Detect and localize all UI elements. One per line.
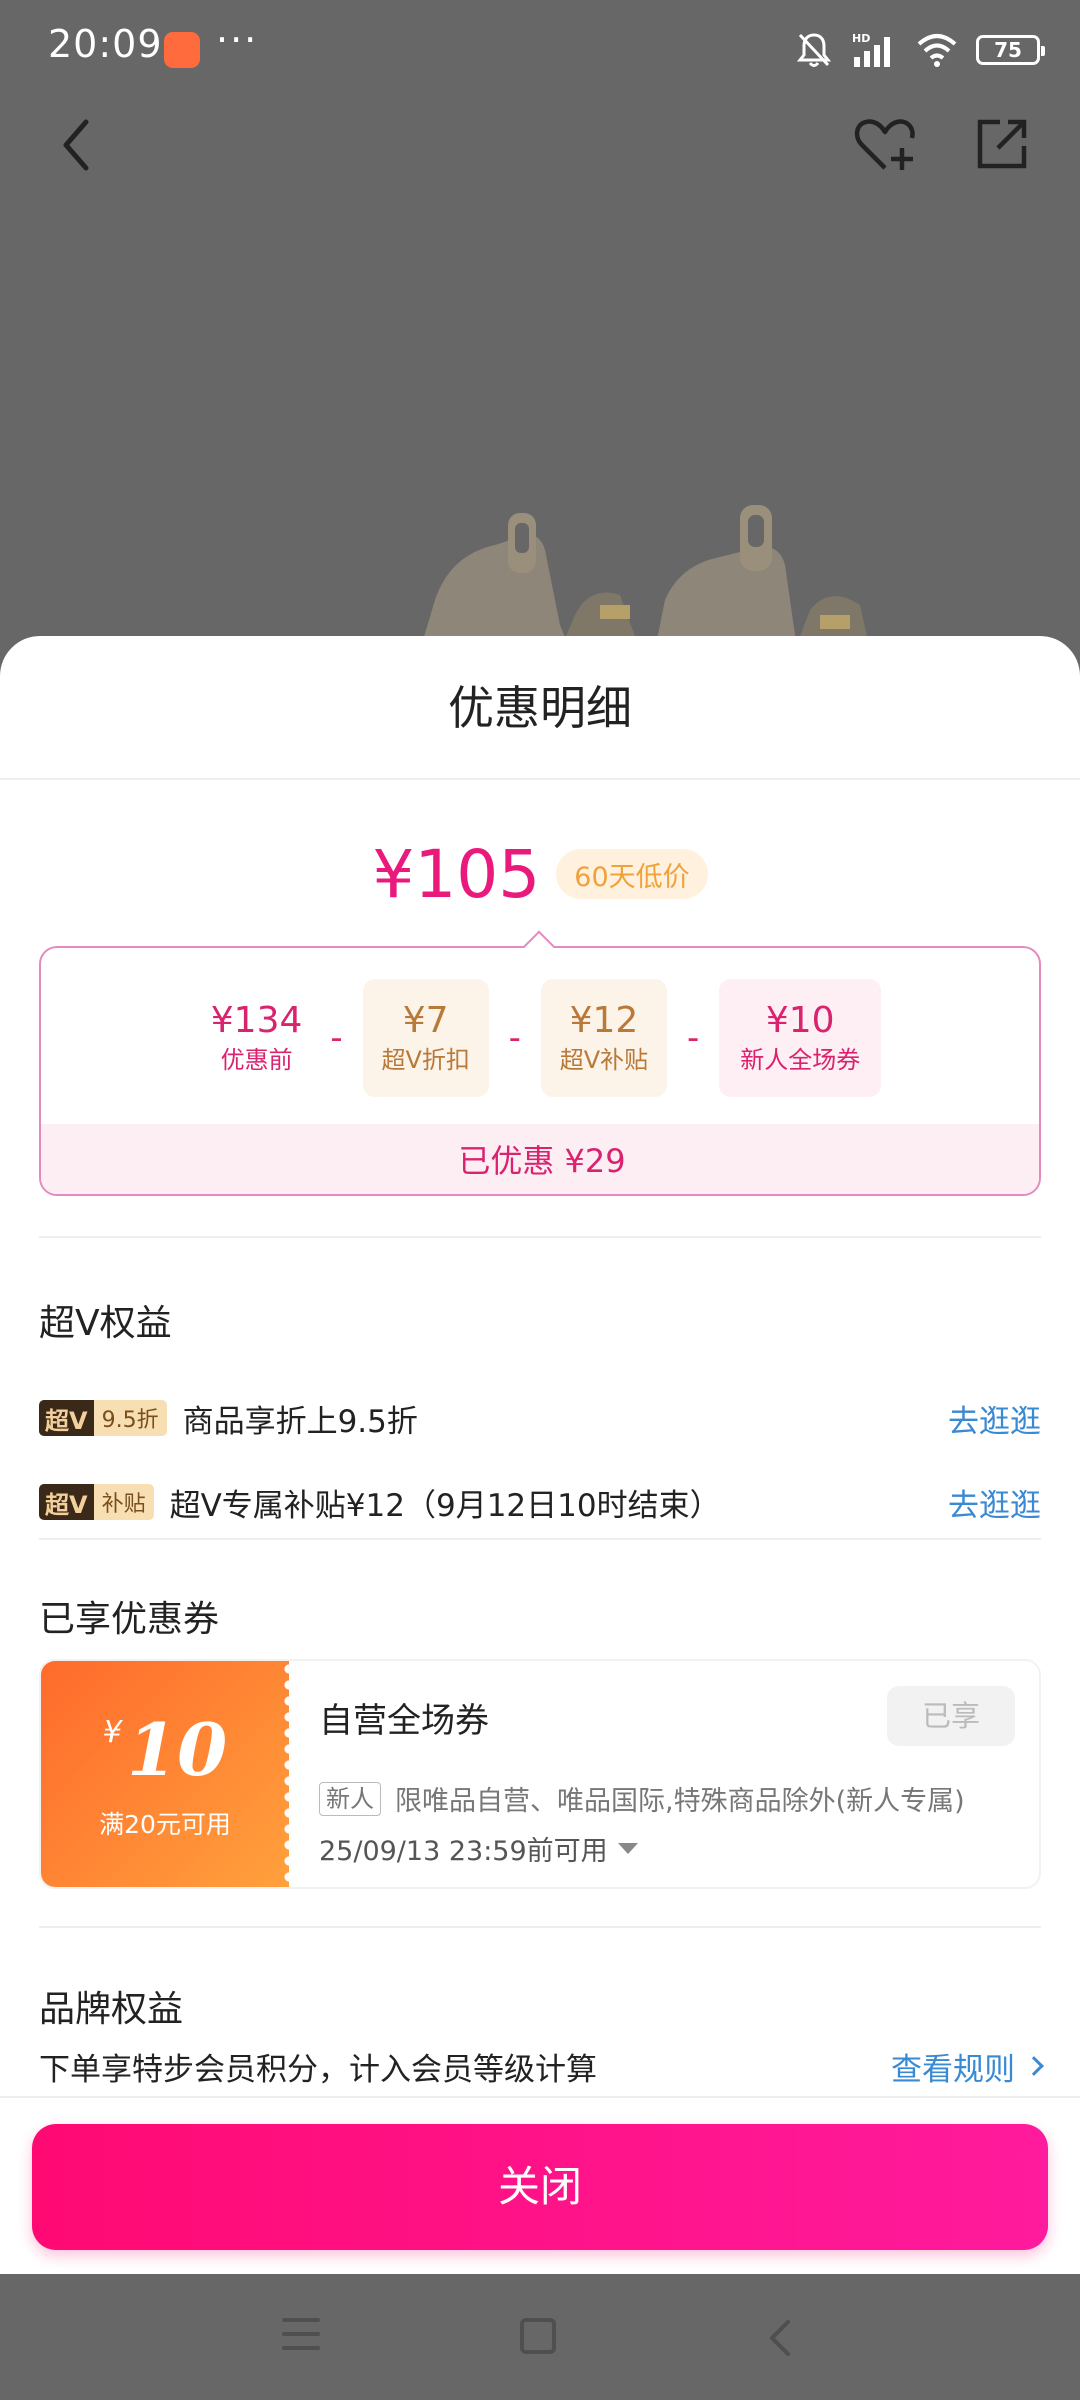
svip-section-title: 超V权益 <box>39 1303 172 1344</box>
coupon-expiry: 25/09/13 23:59前可用 <box>319 1836 608 1867</box>
status-bar: 20:09 ··· HD 75 <box>0 0 1080 100</box>
home-icon[interactable] <box>520 2318 556 2354</box>
caret-down-icon[interactable] <box>617 1843 638 1854</box>
svip-badge: 超V 补贴 <box>39 1484 154 1520</box>
go-browse-link[interactable]: 去逛逛 <box>948 1396 1041 1441</box>
product-image <box>420 505 870 650</box>
coupon-description-row: 新人 限唯品自营、唯品国际,特殊商品除外(新人专属) <box>319 1779 965 1818</box>
wifi-icon <box>917 34 957 67</box>
coupon-condition: 满20元可用 <box>99 1810 231 1839</box>
brand-benefit-text: 下单享特步会员积分，计入会员等级计算 <box>39 2051 597 2088</box>
vip-app-icon <box>164 32 200 68</box>
svip-badge-main: 超V <box>39 1400 94 1436</box>
heart-plus-icon[interactable] <box>852 112 918 178</box>
divider <box>39 1926 1041 1928</box>
coupon-perforation <box>281 1661 297 1887</box>
svip-badge-main: 超V <box>39 1484 94 1520</box>
coupon-currency: ¥ <box>102 1715 122 1750</box>
total-saved: 已优惠 ¥29 <box>41 1124 1039 1194</box>
view-rules-link[interactable]: 查看规则 <box>891 2044 1044 2089</box>
breakdown-amount: ¥134 <box>210 1000 303 1041</box>
svip-benefit-row: 超V 补贴 超V专属补贴¥12（9月12日10时结束） 去逛逛 <box>39 1474 1041 1530</box>
coupon-card[interactable]: ¥ 10 满20元可用 自营全场券 已享 新人 限唯品自营、唯品国际,特殊商品除… <box>39 1659 1041 1889</box>
breakdown-label: 优惠前 <box>220 1046 293 1074</box>
breakdown-label: 超V折扣 <box>381 1046 470 1074</box>
back-arrow-icon[interactable] <box>50 110 110 180</box>
status-time: 20:09 <box>48 22 163 66</box>
status-icons: HD 75 <box>796 28 1045 72</box>
mute-bell-icon <box>796 33 832 67</box>
minus-sign: - <box>330 1018 343 1058</box>
close-button[interactable]: 关闭 <box>32 2124 1048 2250</box>
benefit-text: 商品享折上9.5折 <box>182 1403 418 1440</box>
breakdown-original-price: ¥134 优惠前 <box>203 979 311 1097</box>
breakdown-label: 新人全场券 <box>740 1046 861 1074</box>
svip-badge-sub: 9.5折 <box>93 1400 167 1436</box>
signal-icon: HD <box>852 32 890 67</box>
system-nav-bar <box>0 2274 1080 2400</box>
breakdown-label: 超V补贴 <box>559 1046 649 1074</box>
breakdown-items: ¥134 优惠前 - ¥7 超V折扣 - ¥12 超V补贴 - ¥10 新人全场… <box>41 978 1039 1098</box>
brand-section-title: 品牌权益 <box>39 1989 184 2030</box>
svip-benefit-row: 超V 9.5折 商品享折上9.5折 去逛逛 <box>39 1390 1041 1446</box>
breakdown-svip-discount: ¥7 超V折扣 <box>362 979 489 1097</box>
divider <box>39 1538 1041 1540</box>
coupon-expiry-row[interactable]: 25/09/13 23:59前可用 <box>319 1829 638 1868</box>
coupon-amount: ¥ 10 <box>41 1707 289 1792</box>
breakdown-amount: ¥10 <box>765 1000 835 1041</box>
coupon-value-panel: ¥ 10 满20元可用 <box>41 1661 289 1887</box>
minus-sign: - <box>686 1018 700 1058</box>
minus-sign: - <box>508 1018 521 1058</box>
chevron-right-icon <box>1024 2056 1044 2076</box>
breakdown-amount: ¥7 <box>402 1000 449 1041</box>
divider <box>0 778 1080 780</box>
coupon-status-badge: 已享 <box>887 1686 1015 1746</box>
share-icon[interactable] <box>972 114 1032 174</box>
svg-text:HD: HD <box>852 32 870 45</box>
discount-detail-sheet: 优惠明细 ¥105 60天低价 ¥134 优惠前 - ¥7 超V折扣 - ¥12… <box>0 636 1080 2274</box>
more-notifications-icon: ··· <box>216 18 259 62</box>
new-user-tag: 新人 <box>319 1781 381 1816</box>
coupon-section-title: 已享优惠券 <box>39 1599 220 1640</box>
battery-icon: 75 <box>976 35 1045 65</box>
breakdown-svip-subsidy: ¥12 超V补贴 <box>540 979 667 1097</box>
coupon-description: 限唯品自营、唯品国际,特殊商品除外(新人专属) <box>395 1786 965 1817</box>
sheet-title: 优惠明细 <box>448 681 632 735</box>
breakdown-new-user-coupon: ¥10 新人全场券 <box>719 979 882 1097</box>
svip-badge: 超V 9.5折 <box>39 1400 167 1436</box>
view-rules-label: 查看规则 <box>891 2051 1015 2088</box>
benefit-text: 超V专属补贴¥12（9月12日10时结束） <box>169 1487 721 1524</box>
menu-icon[interactable] <box>282 2318 320 2356</box>
nav-back-icon[interactable] <box>762 2318 802 2358</box>
coupon-name: 自营全场券 <box>319 1701 489 1741</box>
low-price-tag: 60天低价 <box>556 849 708 899</box>
divider <box>39 1236 1041 1238</box>
svip-badge-sub: 补贴 <box>93 1484 154 1520</box>
final-price: ¥105 <box>372 835 541 913</box>
breakdown-amount: ¥12 <box>569 1000 639 1041</box>
footer-divider <box>0 2096 1080 2098</box>
final-price-row: ¥105 60天低价 <box>0 834 1080 914</box>
coupon-value: 10 <box>126 1707 228 1792</box>
brand-benefit-row: 下单享特步会员积分，计入会员等级计算 查看规则 <box>39 2038 1044 2094</box>
price-breakdown: ¥134 优惠前 - ¥7 超V折扣 - ¥12 超V补贴 - ¥10 新人全场… <box>39 946 1041 1196</box>
go-browse-link[interactable]: 去逛逛 <box>948 1480 1041 1525</box>
